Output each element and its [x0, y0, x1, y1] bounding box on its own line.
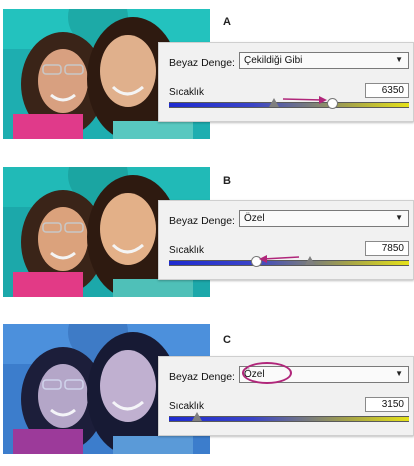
step-letter-c: C: [223, 334, 231, 346]
highlight-circle: [242, 362, 292, 384]
white-balance-panel-a: Beyaz Denge: Çekildiği Gibi ▼ Sıcaklık 6…: [158, 42, 414, 122]
drag-right-arrow-icon: [282, 96, 327, 104]
drag-left-arrow-icon: [259, 255, 300, 263]
step-letter-a: A: [223, 16, 231, 28]
white-balance-label: Beyaz Denge:: [169, 371, 235, 383]
temperature-slider-track[interactable]: [169, 416, 409, 422]
temperature-input[interactable]: 3150: [365, 397, 409, 412]
chevron-down-icon: ▼: [395, 369, 403, 378]
white-balance-panel-b: Beyaz Denge: Özel ▼ Sıcaklık 7850: [158, 200, 414, 280]
temperature-label: Sıcaklık: [169, 401, 205, 412]
step-letter-b: B: [223, 175, 231, 187]
white-balance-panel-c: Beyaz Denge: Özel ▼ Sıcaklık 3150: [158, 356, 414, 436]
temperature-slider-thumb[interactable]: [192, 412, 202, 421]
